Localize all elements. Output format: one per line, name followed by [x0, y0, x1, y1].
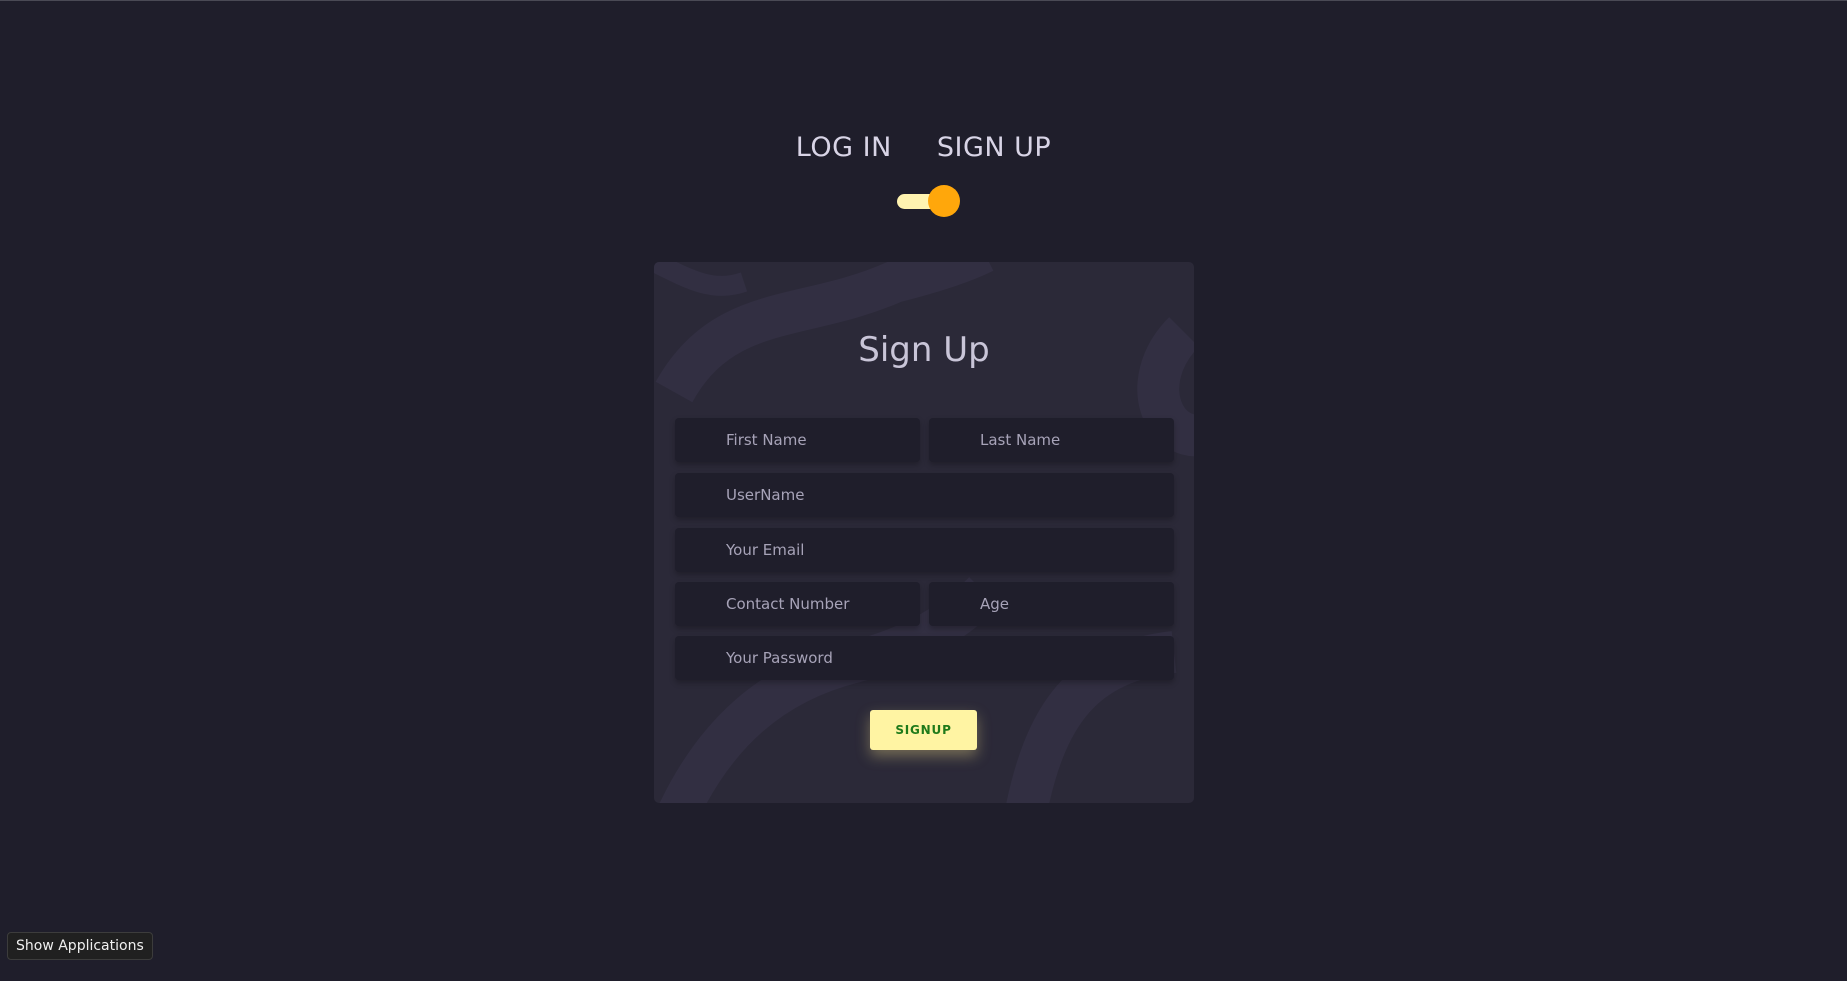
top-border — [0, 0, 1847, 1]
signup-card: Sign Up First Name Last Name UserName Yo… — [654, 262, 1194, 803]
password-input[interactable]: Your Password — [675, 636, 1174, 680]
email-placeholder: Your Email — [726, 541, 805, 559]
signup-button[interactable]: SIGNUP — [870, 710, 977, 750]
username-placeholder: UserName — [726, 486, 805, 504]
contact-number-input[interactable]: Contact Number — [675, 582, 920, 626]
last-name-placeholder: Last Name — [980, 431, 1061, 449]
tab-login[interactable]: LOG IN — [796, 132, 892, 163]
age-placeholder: Age — [980, 595, 1010, 613]
password-placeholder: Your Password — [726, 649, 833, 667]
contact-number-placeholder: Contact Number — [726, 595, 850, 613]
tab-signup[interactable]: SIGN UP — [937, 132, 1051, 163]
age-input[interactable]: Age — [929, 582, 1174, 626]
email-input[interactable]: Your Email — [675, 528, 1174, 572]
auth-tabs: LOG IN SIGN UP — [0, 132, 1847, 163]
username-input[interactable]: UserName — [675, 473, 1174, 517]
auth-toggle-knob[interactable] — [928, 185, 960, 217]
show-applications-button[interactable]: Show Applications — [7, 932, 153, 960]
first-name-input[interactable]: First Name — [675, 418, 920, 462]
last-name-input[interactable]: Last Name — [929, 418, 1174, 462]
form-title: Sign Up — [858, 330, 990, 370]
first-name-placeholder: First Name — [726, 431, 807, 449]
